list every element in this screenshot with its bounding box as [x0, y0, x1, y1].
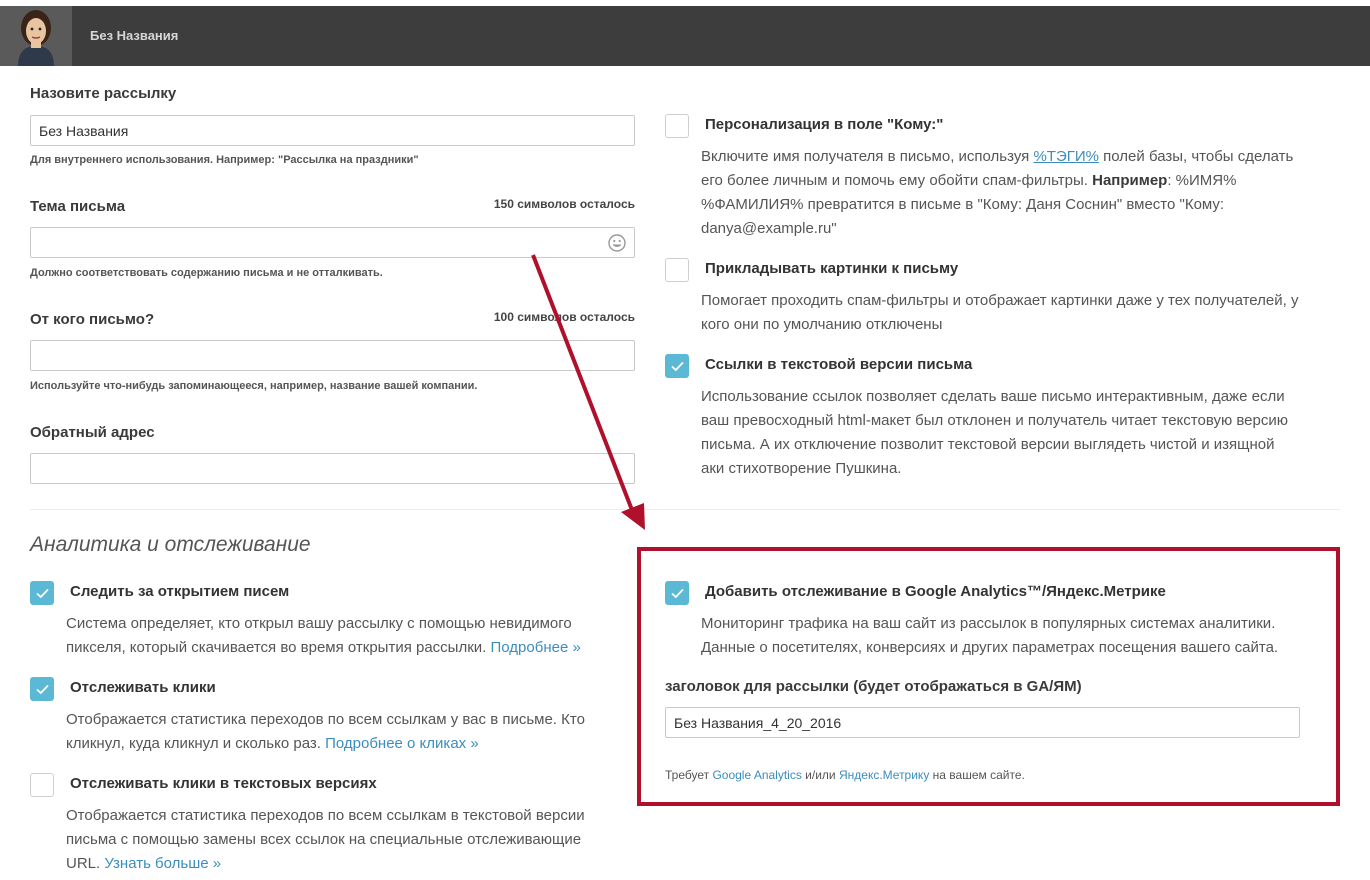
desc-text: ваш превосходный html-макет был отклонен…: [701, 412, 1288, 429]
tags-link[interactable]: %ТЭГИ%: [1033, 148, 1099, 165]
analytics-section-title: Аналитика и отслеживание: [30, 533, 311, 556]
personalize-title: Персонализация в поле "Кому:": [705, 116, 944, 133]
desc-text: danya@example.ru": [701, 220, 837, 237]
subject-counter: 150 символов осталось: [493, 197, 635, 211]
text-links-description: Использование ссылок позволяет сделать в…: [701, 385, 1288, 481]
track-text-clicks-title: Отслеживать клики в текстовых версиях: [70, 775, 377, 792]
campaign-name-label: Назовите рассылку: [30, 85, 177, 102]
desc-text: %ФАМИЛИЯ% превратится в письме в "Кому: …: [701, 196, 1225, 213]
personalize-description: Включите имя получателя в письмо, исполь…: [701, 145, 1293, 241]
desc-text: Отображается статистика переходов по все…: [66, 807, 585, 824]
subject-input[interactable]: [30, 227, 635, 258]
desc-text: : %ИМЯ%: [1167, 172, 1237, 189]
from-help: Используйте что-нибудь запоминающееся, н…: [30, 380, 478, 392]
ga-tracking-description: Мониторинг трафика на ваш сайт из рассыл…: [701, 612, 1278, 660]
desc-text: Включите имя получателя в письмо, исполь…: [701, 148, 1034, 165]
ga-tracking-checkbox[interactable]: [665, 581, 689, 605]
reply-to-label: Обратный адрес: [30, 424, 155, 441]
text-clicks-more-link[interactable]: Узнать больше »: [104, 855, 221, 872]
check-icon: [36, 588, 49, 599]
desc-text: Использование ссылок позволяет сделать в…: [701, 388, 1285, 405]
track-text-clicks-checkbox[interactable]: [30, 773, 54, 797]
desc-text: Мониторинг трафика на ваш сайт из рассыл…: [701, 615, 1276, 632]
opens-more-link[interactable]: Подробнее »: [491, 639, 581, 656]
desc-text: Помогает проходить спам-фильтры и отобра…: [701, 292, 1299, 309]
app-header: Без Названия: [0, 6, 1370, 66]
attach-images-description: Помогает проходить спам-фильтры и отобра…: [701, 289, 1298, 337]
google-analytics-link[interactable]: Google Analytics: [712, 768, 801, 782]
note-text: на вашем сайте.: [929, 768, 1025, 782]
subject-label: Тема письма: [30, 198, 126, 215]
campaign-name-input[interactable]: [30, 115, 635, 146]
clicks-more-link[interactable]: Подробнее о кликах »: [325, 735, 479, 752]
desc-text: письма с помощью замены всех ссылок на с…: [66, 831, 582, 848]
note-text: и/или: [801, 768, 839, 782]
desc-text: кликнул, куда кликнул и сколько раз.: [66, 735, 326, 752]
campaign-title: Без Названия: [90, 28, 179, 43]
desc-text: его более личным и помочь ему обойти спа…: [701, 172, 1093, 189]
track-opens-checkbox[interactable]: [30, 581, 54, 605]
attach-images-checkbox[interactable]: [665, 258, 689, 282]
section-divider: [30, 509, 1340, 510]
check-icon: [36, 684, 49, 695]
track-clicks-title: Отслеживать клики: [70, 679, 216, 696]
check-icon: [671, 361, 684, 372]
reply-to-input[interactable]: [30, 453, 635, 484]
desc-text: URL.: [66, 855, 105, 872]
track-clicks-description: Отображается статистика переходов по все…: [66, 708, 585, 756]
from-input[interactable]: [30, 340, 635, 371]
woman-avatar-icon[interactable]: [0, 6, 72, 66]
emoji-icon[interactable]: [608, 234, 626, 252]
from-counter: 100 символов осталось: [493, 310, 635, 324]
ga-requirement-note: Требует Google Analytics и/или Яндекс.Ме…: [665, 768, 1025, 782]
from-label: От кого письмо?: [30, 311, 155, 328]
example-label: Например: [1092, 172, 1168, 189]
campaign-name-help: Для внутреннего использования. Например:…: [30, 154, 419, 166]
desc-text: полей базы, чтобы сделать: [1099, 148, 1294, 165]
attach-images-title: Прикладывать картинки к письму: [705, 260, 959, 277]
desc-text: аки стихотворение Пушкина.: [701, 460, 902, 477]
text-links-checkbox[interactable]: [665, 354, 689, 378]
track-clicks-checkbox[interactable]: [30, 677, 54, 701]
desc-text: Система определяет, кто открыл вашу расс…: [66, 615, 572, 632]
ga-campaign-input[interactable]: [665, 707, 1300, 738]
desc-text: письма. А их отключение позволит текстов…: [701, 436, 1275, 453]
desc-text: Данные о посетителях, конверсиях и други…: [701, 639, 1279, 656]
yandex-metrika-link[interactable]: Яндекс.Метрику: [839, 768, 929, 782]
note-text: Требует: [665, 768, 713, 782]
desc-text: кого они по умолчанию отключены: [701, 316, 943, 333]
subject-help: Должно соответствовать содержанию письма…: [30, 267, 383, 279]
track-text-clicks-description: Отображается статистика переходов по все…: [66, 804, 585, 876]
desc-text: пикселя, который скачивается во время от…: [66, 639, 491, 656]
ga-campaign-label: заголовок для рассылки (будет отображать…: [665, 678, 1082, 695]
check-icon: [671, 588, 684, 599]
ga-tracking-title: Добавить отслеживание в Google Analytics…: [705, 583, 1166, 600]
desc-text: Отображается статистика переходов по все…: [66, 711, 585, 728]
text-links-title: Ссылки в текстовой версии письма: [705, 356, 973, 373]
track-opens-title: Следить за открытием писем: [70, 583, 290, 600]
personalize-checkbox[interactable]: [665, 114, 689, 138]
track-opens-description: Система определяет, кто открыл вашу расс…: [66, 612, 581, 660]
